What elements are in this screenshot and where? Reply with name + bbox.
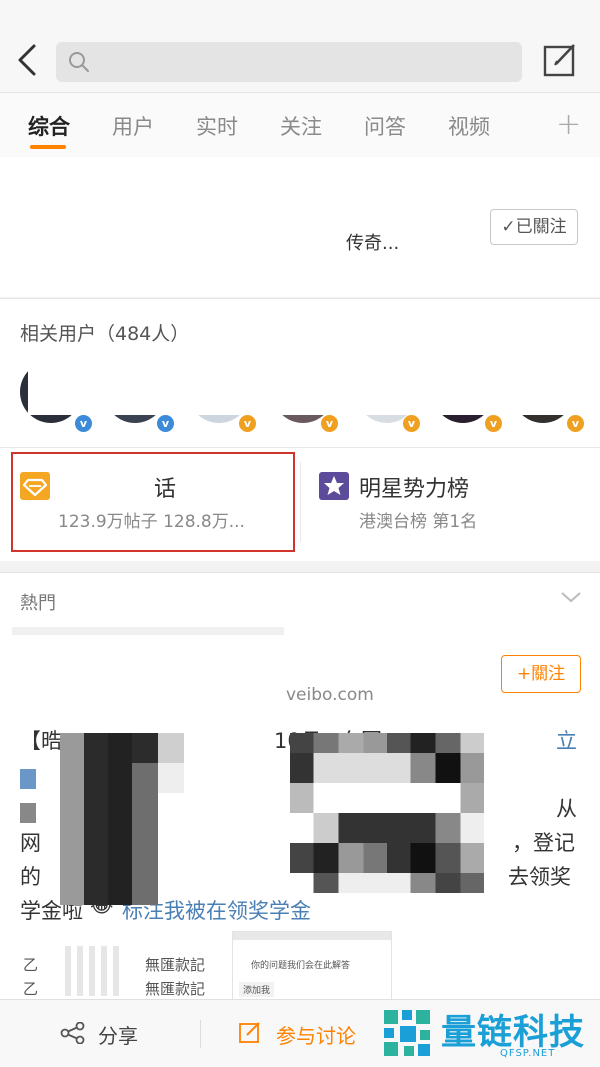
active-tab-indicator bbox=[30, 145, 66, 149]
search-tabs: 综合 用户 实时 关注 问答 视频 + bbox=[0, 92, 600, 158]
thumb-cell: 無匯款記 bbox=[145, 980, 206, 998]
text-fragment bbox=[20, 803, 36, 823]
verified-badge-icon: v bbox=[484, 414, 503, 433]
search-icon bbox=[69, 52, 89, 72]
share-icon[interactable] bbox=[60, 1022, 86, 1044]
post-text: ，登记 bbox=[512, 831, 575, 855]
star-rank-subtitle: 港澳台榜 第1名 bbox=[359, 512, 478, 532]
thumb-cell: 乙 bbox=[23, 980, 39, 998]
post-text: 从 bbox=[556, 797, 577, 821]
thumb-chat-text: 你的问题我们会在此解答 bbox=[251, 961, 351, 971]
tab-following[interactable]: 关注 bbox=[280, 111, 322, 141]
topic-stats: 123.9万帖子 128.8万... bbox=[58, 512, 245, 532]
tab-users[interactable]: 用户 bbox=[112, 111, 154, 141]
post-image[interactable]: 你的问题我们会在此解答 添加我 bbox=[232, 931, 392, 1003]
thumb-cell: 乙 bbox=[23, 956, 39, 974]
verified-badge-icon: v bbox=[156, 414, 175, 433]
topic-diamond-icon bbox=[20, 472, 50, 500]
redacted-header bbox=[12, 627, 284, 635]
search-input[interactable] bbox=[56, 42, 522, 82]
hot-post[interactable]: +關注 veibo.com 【晧 10月 东园 立 从 网 ，登记 的 去领奖 … bbox=[0, 627, 600, 1003]
verified-badge-icon: v bbox=[320, 414, 339, 433]
post-image[interactable]: 乙 乙 無匯款記 無匯款記 bbox=[20, 931, 232, 1003]
star-rank-icon bbox=[319, 472, 349, 500]
tab-qa[interactable]: 问答 bbox=[364, 111, 406, 141]
top-result-card[interactable]: 传奇... ✓已關注 bbox=[0, 157, 600, 297]
verified-badge-icon: v bbox=[238, 414, 257, 433]
chevron-down-icon[interactable] bbox=[560, 589, 582, 605]
divider bbox=[300, 462, 301, 542]
watermark-logo-icon bbox=[384, 1010, 430, 1056]
related-users-title[interactable]: 相关用户（484人） bbox=[20, 319, 189, 346]
edit-icon[interactable] bbox=[238, 1020, 262, 1044]
related-users-card: 相关用户（484人） v v v v v v v 话 123.9万帖子 128.… bbox=[0, 298, 600, 561]
bottom-action-bar: 分享 参与讨论 量链科技 QFSP.NET bbox=[0, 999, 600, 1067]
followed-button[interactable]: ✓已關注 bbox=[490, 209, 578, 245]
hot-section-header[interactable]: 熱門 bbox=[0, 572, 600, 628]
verified-badge-icon: v bbox=[74, 414, 93, 433]
verified-badge-icon: v bbox=[402, 414, 421, 433]
compose-icon[interactable] bbox=[542, 42, 578, 78]
back-icon[interactable] bbox=[14, 42, 42, 78]
thumb-chat-text: 添加我 bbox=[239, 982, 275, 997]
post-text: 的 bbox=[20, 865, 41, 889]
redacted-area bbox=[28, 365, 578, 415]
divider bbox=[0, 447, 600, 448]
tab-video[interactable]: 视频 bbox=[448, 111, 490, 141]
thumb-cell: 無匯款記 bbox=[145, 956, 206, 974]
top-result-text: 传奇... bbox=[346, 233, 400, 254]
follow-button[interactable]: +關注 bbox=[501, 655, 581, 693]
post-link-text[interactable]: 立 bbox=[556, 725, 577, 755]
mosaic-image bbox=[60, 733, 184, 905]
topic-highlight-box[interactable] bbox=[11, 452, 295, 552]
watermark-subtext: QFSP.NET bbox=[500, 1048, 556, 1059]
divider bbox=[200, 1020, 201, 1048]
link-fragment bbox=[20, 769, 36, 789]
verified-badge-icon: v bbox=[566, 414, 585, 433]
topic-name[interactable]: 话 bbox=[154, 471, 176, 503]
add-tab-button[interactable]: + bbox=[556, 107, 581, 142]
join-discussion-button[interactable]: 参与讨论 bbox=[276, 1020, 356, 1049]
post-source: veibo.com bbox=[286, 685, 374, 705]
tab-realtime[interactable]: 实时 bbox=[196, 111, 238, 141]
share-button[interactable]: 分享 bbox=[98, 1020, 138, 1049]
mosaic-image bbox=[290, 733, 484, 893]
post-text: 网 bbox=[20, 831, 41, 855]
tab-comprehensive[interactable]: 综合 bbox=[28, 111, 70, 141]
post-text: 【晧 bbox=[20, 729, 62, 753]
hot-title: 熱門 bbox=[20, 593, 56, 614]
star-rank-title[interactable]: 明星势力榜 bbox=[359, 471, 469, 503]
top-bar bbox=[0, 0, 600, 92]
post-text: 去领奖 bbox=[508, 865, 571, 889]
